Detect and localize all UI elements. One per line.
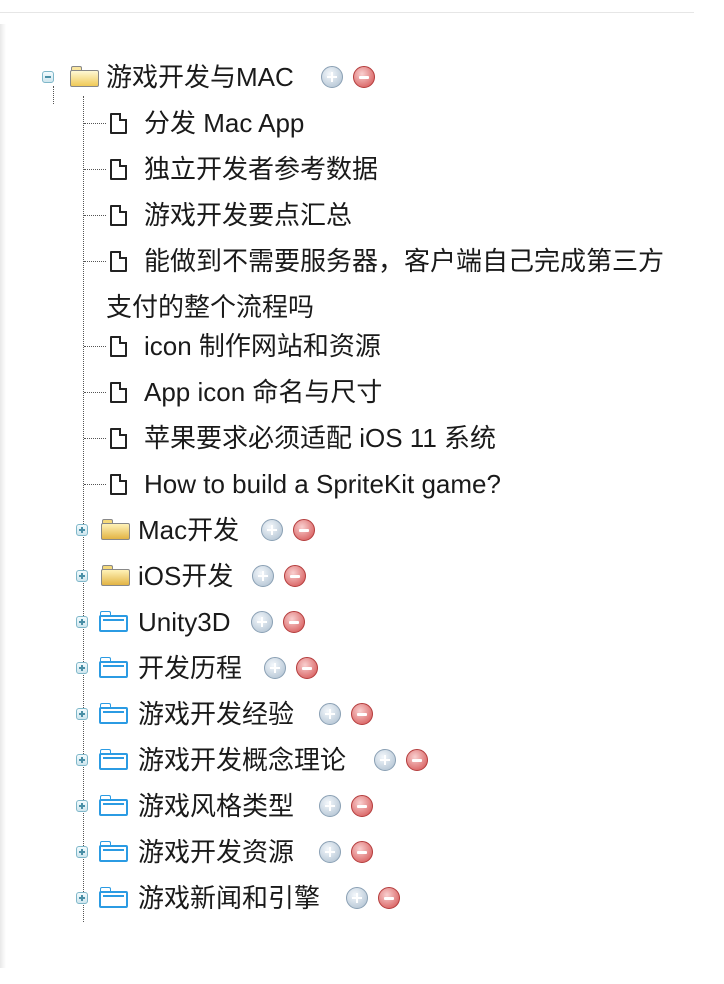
blue-folder-icon xyxy=(99,795,129,817)
tree-folder-label: 游戏开发概念理论 xyxy=(138,745,347,775)
tree-guide-line xyxy=(53,86,54,104)
tree-leaf-item[interactable]: 游戏开发要点汇总 xyxy=(144,192,352,238)
tree-leaf-label: 苹果要求必须适配 iOS 11 系统 xyxy=(144,423,497,453)
tree-folder-node[interactable]: 游戏新闻和引擎 xyxy=(138,875,320,921)
tree-leaf-item[interactable]: 独立开发者参考数据 xyxy=(144,146,378,192)
tree-leaf-label: 能做到不需要服务器，客户端自己完成第三方支付的整个流程吗 xyxy=(106,246,665,322)
tree-leaf-item[interactable]: 苹果要求必须适配 iOS 11 系统 xyxy=(144,415,496,461)
document-icon xyxy=(110,205,127,226)
tree-leaf-item[interactable]: App icon 命名与尺寸 xyxy=(144,369,382,415)
tree-branch-line xyxy=(84,346,106,347)
tree-leaf-label: App icon 命名与尺寸 xyxy=(144,377,383,407)
tree-leaf-label: 分发 Mac App xyxy=(144,108,305,138)
yellow-folder-icon xyxy=(101,519,131,541)
tree-leaf-item[interactable]: 分发 Mac App xyxy=(144,100,304,146)
remove-node-button[interactable] xyxy=(378,887,400,909)
expand-toggle-icon[interactable] xyxy=(76,524,88,536)
tree-branch-line xyxy=(84,123,106,124)
tree-folder-node[interactable]: Mac开发 xyxy=(138,507,239,553)
expand-toggle-icon[interactable] xyxy=(76,616,88,628)
tree-folder-node[interactable]: iOS开发 xyxy=(138,553,233,599)
blue-folder-icon xyxy=(99,749,129,771)
add-node-button[interactable] xyxy=(251,611,273,633)
tree-folder-label: iOS开发 xyxy=(138,561,234,591)
tree-leaf-label: How to build a SpriteKit game? xyxy=(144,469,501,499)
tree-leaf-item[interactable]: icon 制作网站和资源 xyxy=(144,323,381,369)
yellow-folder-icon xyxy=(101,565,131,587)
tree-branch-line xyxy=(84,392,106,393)
add-node-button[interactable] xyxy=(346,887,368,909)
blue-folder-icon xyxy=(99,887,129,909)
document-icon xyxy=(110,382,127,403)
file-tree: 游戏开发与MAC 分发 Mac App 独立开发者参考数据 游戏开发要点汇总 能… xyxy=(0,0,724,984)
tree-leaf-item[interactable]: 能做到不需要服务器，客户端自己完成第三方支付的整个流程吗 xyxy=(106,238,686,330)
remove-node-button[interactable] xyxy=(296,657,318,679)
tree-leaf-label: 游戏开发要点汇总 xyxy=(144,200,353,230)
expand-toggle-icon[interactable] xyxy=(76,662,88,674)
tree-folder-label: 游戏开发经验 xyxy=(138,699,295,729)
tree-folder-node[interactable]: 游戏开发概念理论 xyxy=(138,737,346,783)
tree-folder-node[interactable]: 开发历程 xyxy=(138,645,242,691)
open-folder-icon xyxy=(70,66,100,88)
add-node-button[interactable] xyxy=(264,657,286,679)
tree-node-label: 游戏开发与MAC xyxy=(106,62,294,92)
expand-toggle-icon[interactable] xyxy=(76,892,88,904)
collapse-toggle-icon[interactable] xyxy=(42,71,54,83)
expand-toggle-icon[interactable] xyxy=(76,754,88,766)
tree-leaf-label: 独立开发者参考数据 xyxy=(144,154,379,184)
tree-folder-node[interactable]: Unity3D xyxy=(138,599,230,645)
blue-folder-icon xyxy=(99,841,129,863)
tree-node-root[interactable]: 游戏开发与MAC xyxy=(106,54,294,100)
tree-folder-label: 游戏新闻和引擎 xyxy=(138,883,321,913)
blue-folder-icon xyxy=(99,657,129,679)
document-icon xyxy=(110,336,127,357)
tree-branch-line xyxy=(84,261,106,262)
remove-node-button[interactable] xyxy=(293,519,315,541)
add-node-button[interactable] xyxy=(319,795,341,817)
remove-node-button[interactable] xyxy=(351,795,373,817)
blue-folder-icon xyxy=(99,611,129,633)
tree-folder-label: Unity3D xyxy=(138,607,231,637)
tree-branch-line xyxy=(84,215,106,216)
tree-folder-label: 开发历程 xyxy=(138,653,243,683)
add-node-button[interactable] xyxy=(261,519,283,541)
expand-toggle-icon[interactable] xyxy=(76,708,88,720)
tree-guide-line xyxy=(83,96,84,922)
tree-folder-label: 游戏开发资源 xyxy=(138,837,295,867)
add-node-button[interactable] xyxy=(321,66,343,88)
tree-folder-label: 游戏风格类型 xyxy=(138,791,295,821)
tree-folder-node[interactable]: 游戏风格类型 xyxy=(138,783,294,829)
remove-node-button[interactable] xyxy=(284,565,306,587)
add-node-button[interactable] xyxy=(319,703,341,725)
document-icon xyxy=(110,428,127,449)
remove-node-button[interactable] xyxy=(283,611,305,633)
add-node-button[interactable] xyxy=(374,749,396,771)
blue-folder-icon xyxy=(99,703,129,725)
remove-node-button[interactable] xyxy=(353,66,375,88)
remove-node-button[interactable] xyxy=(406,749,428,771)
remove-node-button[interactable] xyxy=(351,841,373,863)
tree-folder-node[interactable]: 游戏开发经验 xyxy=(138,691,294,737)
add-node-button[interactable] xyxy=(319,841,341,863)
tree-branch-line xyxy=(84,438,106,439)
expand-toggle-icon[interactable] xyxy=(76,846,88,858)
remove-node-button[interactable] xyxy=(351,703,373,725)
document-icon xyxy=(110,474,127,495)
expand-toggle-icon[interactable] xyxy=(76,800,88,812)
tree-folder-label: Mac开发 xyxy=(138,515,240,545)
document-icon xyxy=(110,159,127,180)
document-icon xyxy=(110,113,127,134)
tree-leaf-item[interactable]: How to build a SpriteKit game? xyxy=(144,461,501,507)
tree-leaf-label: icon 制作网站和资源 xyxy=(144,331,381,361)
tree-branch-line xyxy=(84,484,106,485)
add-node-button[interactable] xyxy=(252,565,274,587)
expand-toggle-icon[interactable] xyxy=(76,570,88,582)
tree-branch-line xyxy=(84,169,106,170)
tree-folder-node[interactable]: 游戏开发资源 xyxy=(138,829,294,875)
